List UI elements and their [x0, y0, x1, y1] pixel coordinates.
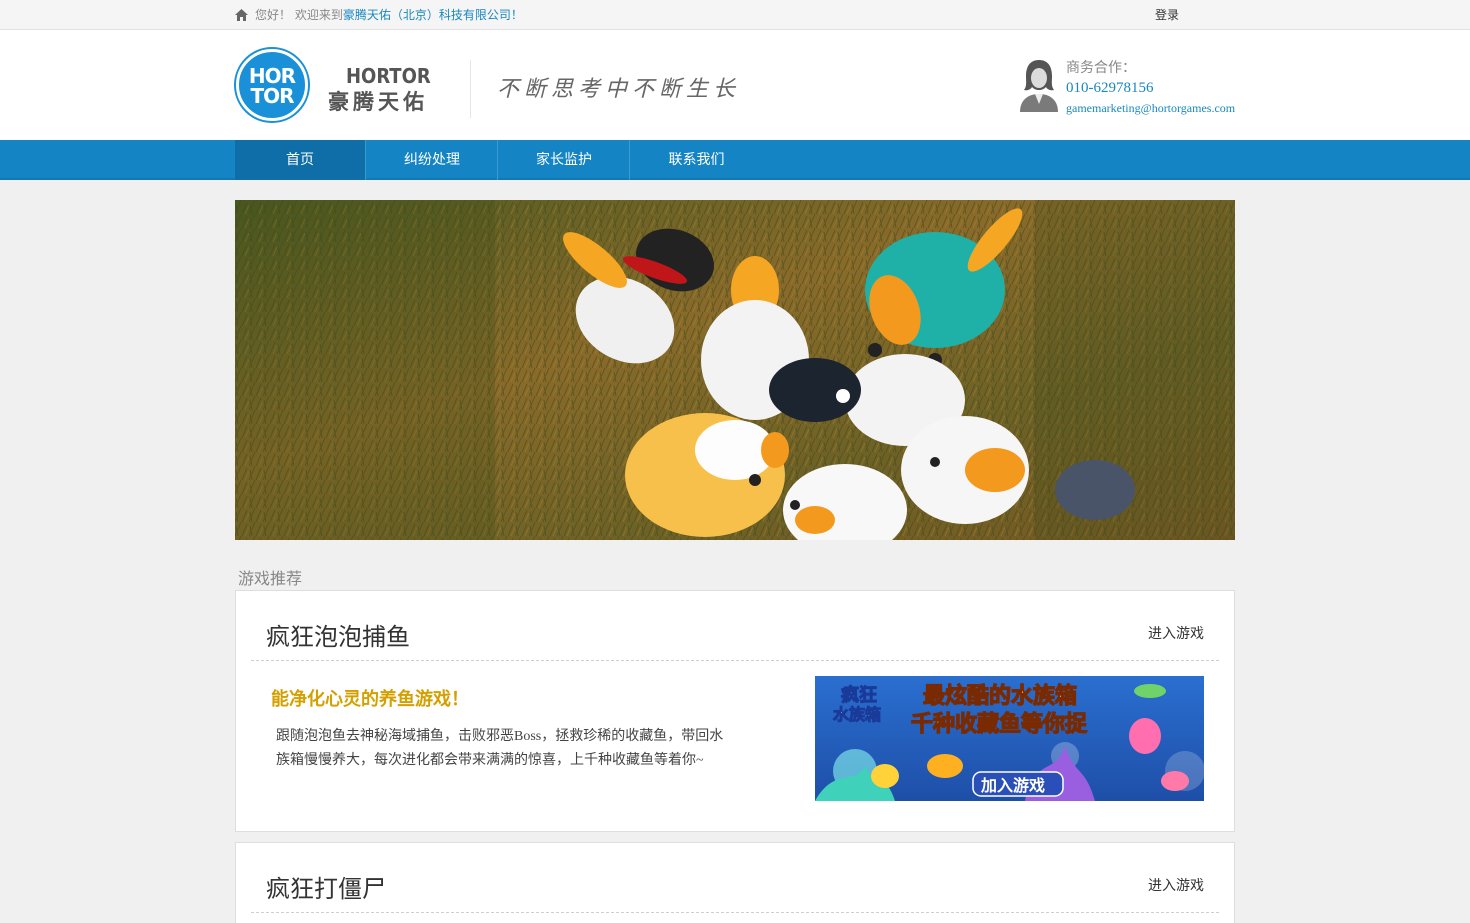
- game-tagline: 能净化心灵的养鱼游戏！: [271, 689, 469, 710]
- enter-game-link[interactable]: 进入游戏: [1148, 875, 1204, 895]
- game-card: 疯狂泡泡捕鱼 进入游戏 能净化心灵的养鱼游戏！ 跟随泡泡鱼去神秘海域捕鱼，击败邪…: [235, 590, 1235, 832]
- logo-wordmark: HORTOR: [346, 64, 431, 88]
- nav-item-disputes[interactable]: 纠纷处理: [367, 140, 498, 180]
- top-bar: 您好！ 欢迎来到豪腾天佑（北京）科技有限公司！ 登录: [0, 0, 1470, 30]
- home-icon: [235, 9, 248, 21]
- business-phone: 010-62978156: [1066, 80, 1154, 96]
- game-promo-image[interactable]: 疯狂 水族箱 最炫酷的水族箱 千种收藏鱼等你捉 加入游戏: [815, 676, 1204, 801]
- slogan: 不断思考中不断生长: [497, 77, 741, 102]
- promo-text-aquarium: 水族箱: [833, 705, 881, 724]
- main-nav: 首页 纠纷处理 家长监护 联系我们: [0, 140, 1470, 180]
- game-title: 疯狂泡泡捕鱼: [266, 623, 410, 651]
- promo-text-crazy: 疯狂: [841, 684, 877, 706]
- section-title-recommended-games: 游戏推荐: [238, 569, 303, 588]
- game-card: 疯狂打僵尸 进入游戏: [235, 842, 1235, 923]
- enter-game-link[interactable]: 进入游戏: [1148, 623, 1204, 643]
- business-email[interactable]: gamemarketing@hortorgames.com: [1066, 101, 1235, 116]
- game-title: 疯狂打僵尸: [266, 875, 386, 903]
- header-divider: [470, 60, 471, 118]
- logo-chinese-name: 豪腾天佑: [328, 90, 428, 114]
- card-divider: [251, 912, 1219, 913]
- promo-headline-2: 千种收藏鱼等你捉: [911, 711, 1088, 737]
- hero-banner-image: [235, 200, 1235, 540]
- login-link[interactable]: 登录: [1155, 7, 1179, 23]
- business-contact-label: 商务合作：: [1066, 60, 1136, 76]
- nav-item-contact[interactable]: 联系我们: [631, 140, 762, 180]
- promo-headline-1: 最炫酷的水族箱: [923, 683, 1077, 709]
- promo-join-button-text: 加入游戏: [980, 776, 1045, 795]
- contact-person-icon: [1020, 60, 1058, 112]
- header: HOR TOR HORTOR 豪腾天佑 不断思考中不断生长 商务合作： 010-…: [0, 30, 1470, 140]
- nav-item-parental-control[interactable]: 家长监护: [499, 140, 630, 180]
- nav-item-home[interactable]: 首页: [235, 140, 366, 180]
- welcome-text: 您好！ 欢迎来到豪腾天佑（北京）科技有限公司！: [255, 8, 523, 22]
- card-divider: [251, 660, 1219, 661]
- company-link[interactable]: 豪腾天佑（北京）科技有限公司: [343, 8, 511, 22]
- logo-badge[interactable]: HOR TOR: [236, 49, 308, 121]
- game-description: 跟随泡泡鱼去神秘海域捕鱼，击败邪恶Boss，拯救珍稀的收藏鱼，带回水族箱慢慢养大…: [276, 729, 724, 768]
